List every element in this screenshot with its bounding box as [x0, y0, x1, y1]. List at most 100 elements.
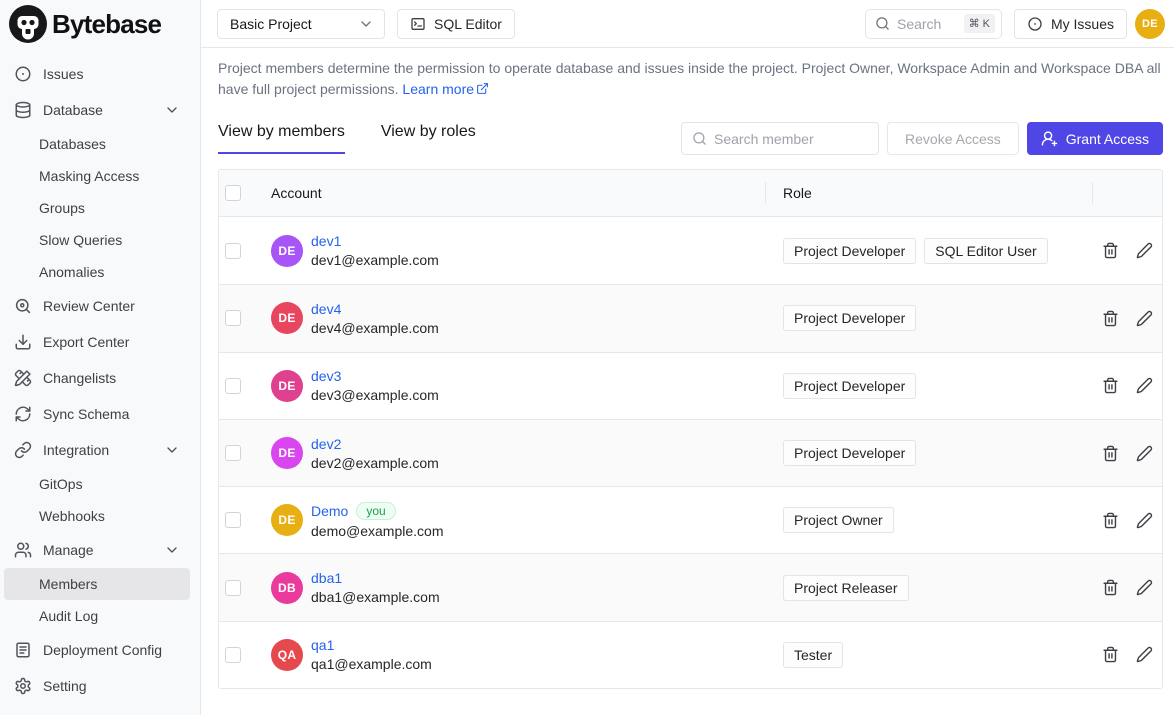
brand-logo[interactable]: Bytebase — [0, 0, 200, 48]
sql-editor-label: SQL Editor — [434, 16, 502, 32]
member-name-link[interactable]: dev2 — [311, 436, 341, 452]
member-name-link[interactable]: dev3 — [311, 368, 341, 384]
edit-member-button[interactable] — [1136, 579, 1153, 596]
member-name-link[interactable]: Demo — [311, 503, 348, 519]
row-checkbox[interactable] — [225, 445, 241, 461]
my-issues-button[interactable]: My Issues — [1014, 9, 1127, 39]
sidebar-item-members[interactable]: Members — [4, 568, 190, 600]
delete-member-button[interactable] — [1102, 646, 1119, 663]
member-email: dev3@example.com — [311, 387, 439, 403]
search-eye-icon — [14, 297, 32, 315]
users-icon — [14, 541, 32, 559]
sidebar-item-review-center[interactable]: Review Center — [4, 288, 190, 324]
member-avatar: DB — [271, 572, 303, 604]
sidebar-item-masking-access[interactable]: Masking Access — [4, 160, 190, 192]
select-all-checkbox[interactable] — [225, 185, 241, 201]
row-checkbox[interactable] — [225, 512, 241, 528]
trash-icon — [1102, 377, 1119, 394]
table-row: DE dev4 dev4@example.com Project Develop… — [219, 284, 1162, 351]
sidebar-item-groups[interactable]: Groups — [4, 192, 190, 224]
delete-member-button[interactable] — [1102, 310, 1119, 327]
pencil-ruler-icon — [14, 369, 32, 387]
table-row: DB dba1 dba1@example.com Project Release… — [219, 553, 1162, 620]
sidebar-item-label: Databases — [39, 136, 106, 152]
member-name-link[interactable]: dev1 — [311, 233, 341, 249]
edit-member-button[interactable] — [1136, 242, 1153, 259]
sidebar-item-database[interactable]: Database — [4, 92, 190, 128]
sidebar-item-audit-log[interactable]: Audit Log — [4, 600, 190, 632]
row-checkbox[interactable] — [225, 378, 241, 394]
member-search-placeholder: Search member — [714, 131, 814, 147]
edit-member-button[interactable] — [1136, 445, 1153, 462]
sidebar-item-export-center[interactable]: Export Center — [4, 324, 190, 360]
tab-view-by-members[interactable]: View by members — [218, 123, 345, 154]
edit-member-button[interactable] — [1136, 310, 1153, 327]
chevron-down-icon — [164, 542, 180, 558]
learn-more-link[interactable]: Learn more — [402, 81, 474, 97]
member-email: demo@example.com — [311, 523, 444, 539]
members-table-header: Account Role — [219, 170, 1162, 217]
project-select[interactable]: Basic Project — [217, 9, 385, 39]
database-icon — [14, 101, 32, 119]
role-badge: Project Releaser — [783, 575, 909, 601]
search-placeholder: Search — [897, 16, 941, 32]
member-name-link[interactable]: dev4 — [311, 301, 341, 317]
sidebar-item-webhooks[interactable]: Webhooks — [4, 500, 190, 532]
member-avatar: QA — [271, 639, 303, 671]
sql-editor-button[interactable]: SQL Editor — [397, 9, 515, 39]
sidebar-item-changelists[interactable]: Changelists — [4, 360, 190, 396]
sidebar-item-label: Setting — [43, 678, 87, 694]
sidebar-item-deployment-config[interactable]: Deployment Config — [4, 632, 190, 668]
table-row: DE Demo you demo@example.com Project Own… — [219, 486, 1162, 553]
brand-wordmark: Bytebase — [52, 9, 161, 40]
sidebar-item-label: Members — [39, 576, 97, 592]
sidebar-item-label: Webhooks — [39, 508, 105, 524]
tab-view-by-roles[interactable]: View by roles — [381, 123, 476, 154]
row-checkbox[interactable] — [225, 310, 241, 326]
search-shortcut-badge: ⌘ K — [964, 14, 995, 33]
column-header-role: Role — [765, 170, 1092, 216]
edit-member-button[interactable] — [1136, 646, 1153, 663]
delete-member-button[interactable] — [1102, 445, 1119, 462]
sidebar-item-databases[interactable]: Databases — [4, 128, 190, 160]
sidebar-item-integration[interactable]: Integration — [4, 432, 190, 468]
delete-member-button[interactable] — [1102, 512, 1119, 529]
delete-member-button[interactable] — [1102, 242, 1119, 259]
sidebar-item-manage[interactable]: Manage — [4, 532, 190, 568]
global-search-input[interactable]: Search ⌘ K — [865, 9, 1002, 39]
role-badge: Project Developer — [783, 373, 916, 399]
member-name-link[interactable]: qa1 — [311, 637, 334, 653]
sidebar-item-slow-queries[interactable]: Slow Queries — [4, 224, 190, 256]
sidebar-item-label: Slow Queries — [39, 232, 122, 248]
sidebar-item-label: Review Center — [43, 298, 135, 314]
delete-member-button[interactable] — [1102, 579, 1119, 596]
member-search-input[interactable]: Search member — [681, 122, 879, 155]
grant-access-button[interactable]: Grant Access — [1027, 122, 1163, 155]
bytebase-logo-icon — [9, 5, 47, 43]
trash-icon — [1102, 445, 1119, 462]
member-name-link[interactable]: dba1 — [311, 570, 342, 586]
sidebar-item-label: Audit Log — [39, 608, 98, 624]
circle-dot-icon — [14, 65, 32, 83]
sidebar-item-label: Changelists — [43, 370, 116, 386]
project-select-value: Basic Project — [230, 16, 312, 32]
role-badge: Project Developer — [783, 305, 916, 331]
row-checkbox[interactable] — [225, 647, 241, 663]
sidebar-nav: IssuesDatabase Databases Masking AccessGro… — [0, 48, 200, 715]
sidebar-item-issues[interactable]: Issues — [4, 56, 190, 92]
edit-member-button[interactable] — [1136, 377, 1153, 394]
delete-member-button[interactable] — [1102, 377, 1119, 394]
sidebar-item-gitops[interactable]: GitOps — [4, 468, 190, 500]
sidebar-item-anomalies[interactable]: Anomalies — [4, 256, 190, 288]
sidebar-item-setting[interactable]: Setting — [4, 668, 190, 704]
user-avatar[interactable]: DE — [1135, 9, 1165, 39]
pencil-icon — [1136, 242, 1153, 259]
chevron-down-icon — [358, 16, 374, 32]
role-badge: Project Owner — [783, 507, 894, 533]
edit-member-button[interactable] — [1136, 512, 1153, 529]
row-checkbox[interactable] — [225, 580, 241, 596]
revoke-access-button[interactable]: Revoke Access — [887, 122, 1019, 155]
row-checkbox[interactable] — [225, 243, 241, 259]
sidebar-item-sync-schema[interactable]: Sync Schema — [4, 396, 190, 432]
members-table-body: DE dev1 dev1@example.com Project Develop… — [219, 217, 1162, 688]
